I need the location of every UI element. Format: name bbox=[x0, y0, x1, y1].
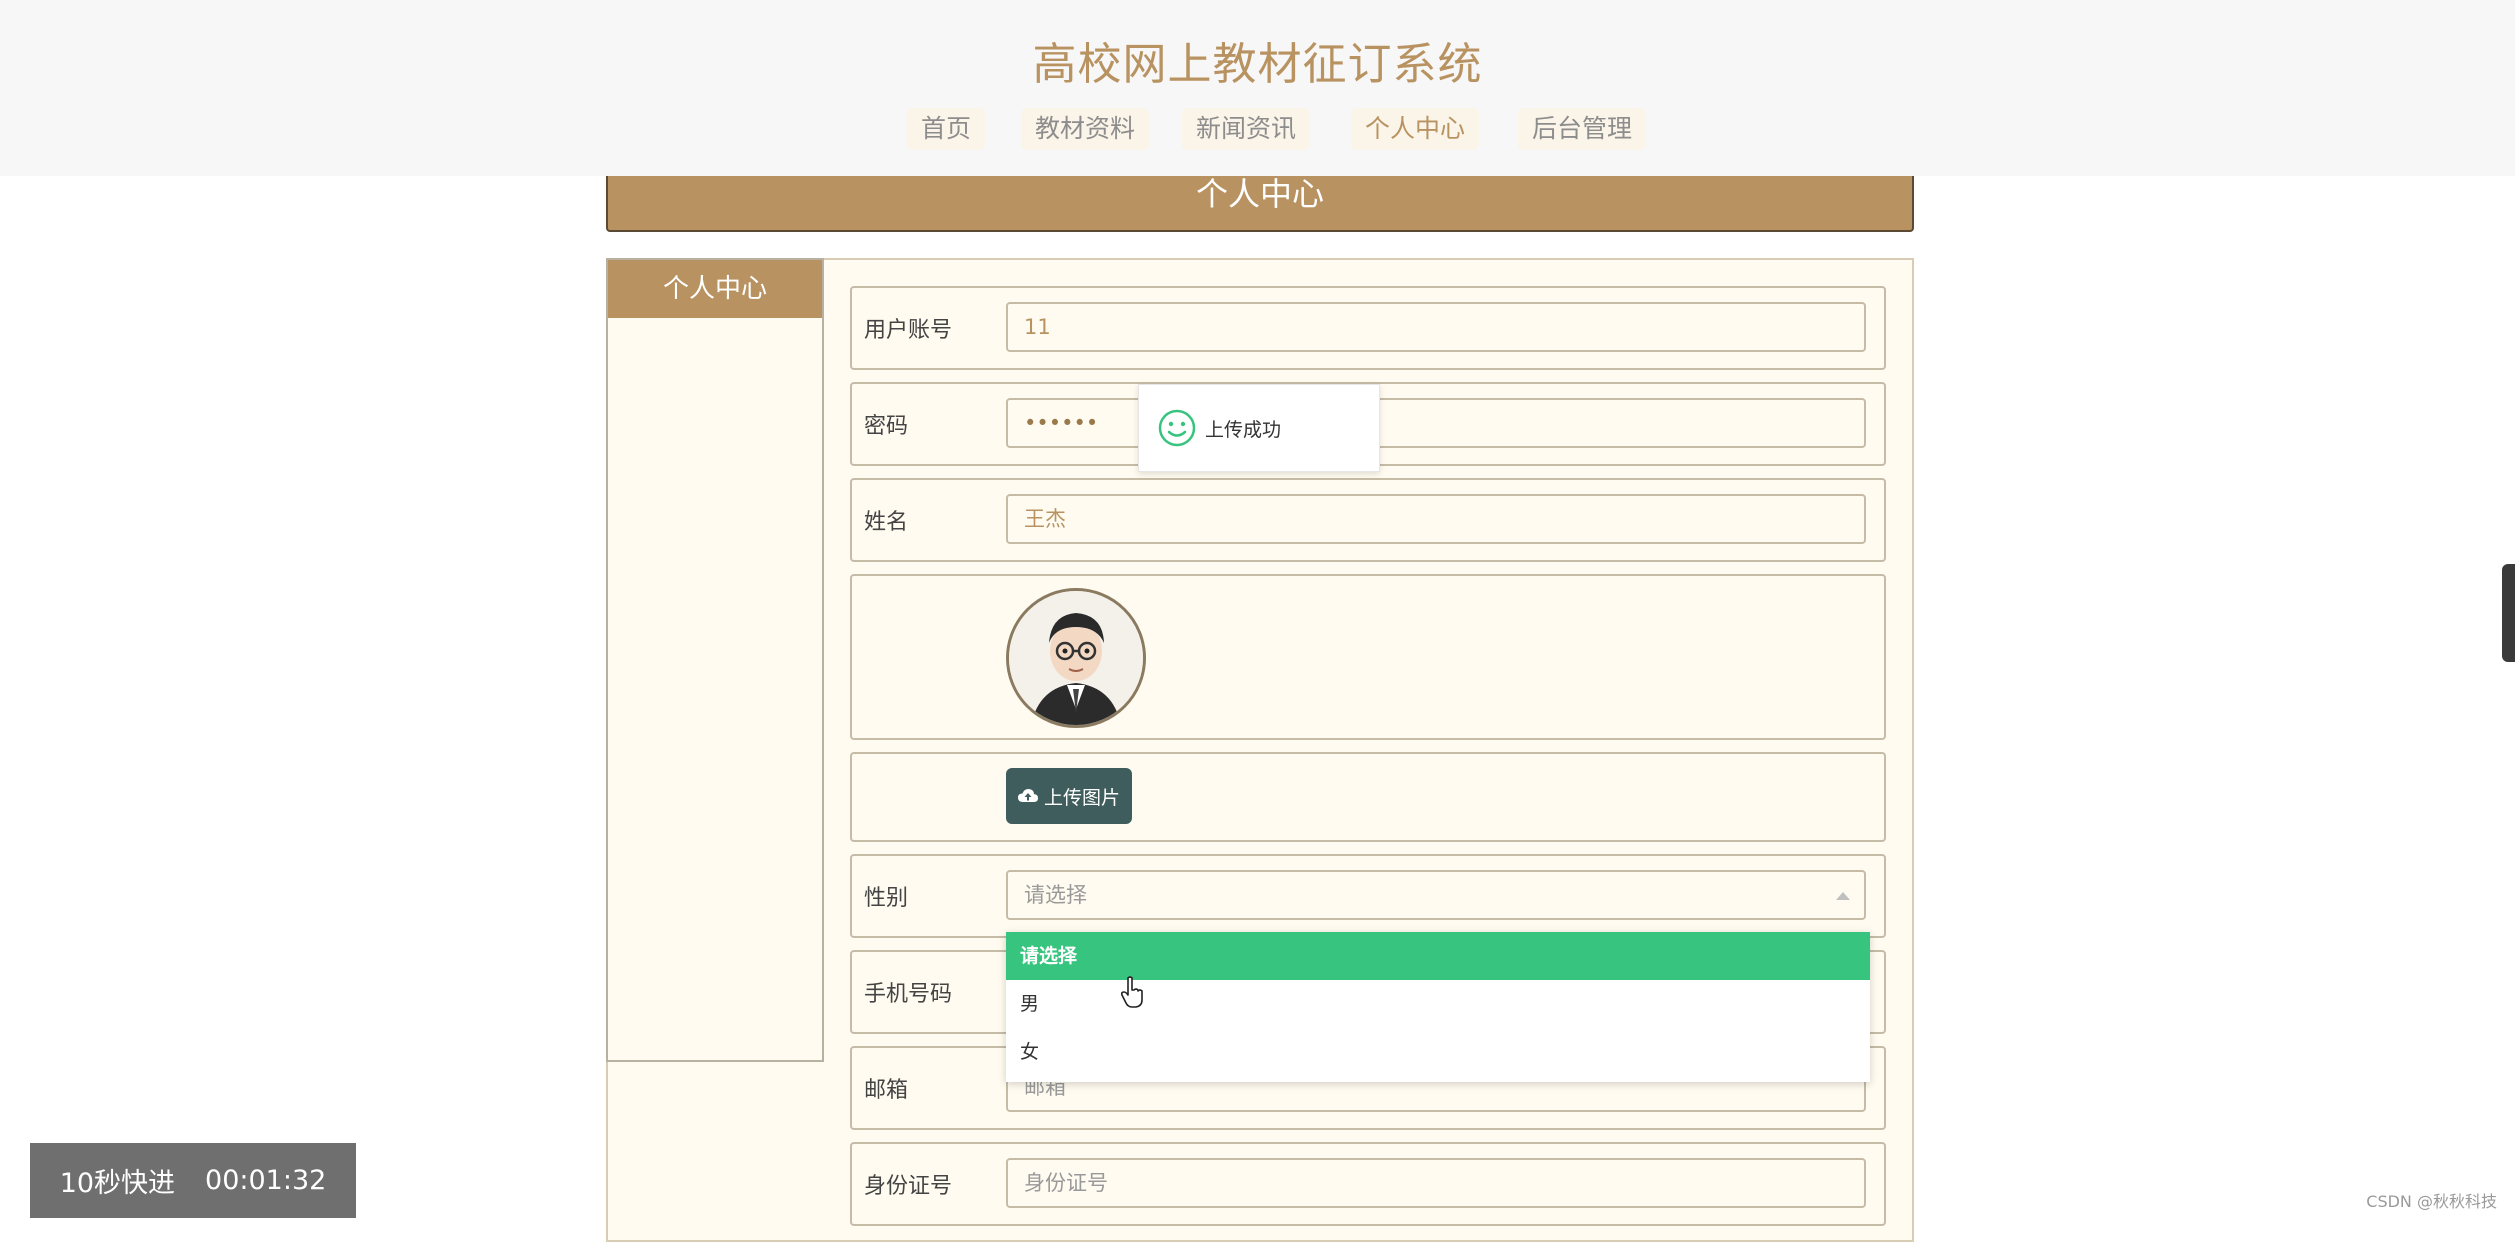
name-input[interactable]: 王杰 bbox=[1006, 494, 1866, 544]
main-nav: 首页 教材资料 新闻资讯 个人中心 后台管理 bbox=[0, 108, 2515, 152]
page-banner: 个人中心 bbox=[606, 170, 1914, 232]
sidebar-item-profile[interactable]: 个人中心 bbox=[608, 260, 822, 318]
hand-cursor-icon bbox=[1120, 976, 1143, 1008]
nav-item-admin[interactable]: 后台管理 bbox=[1518, 108, 1647, 150]
toast-message: 上传成功 bbox=[1205, 418, 1282, 441]
gender-select[interactable]: 请选择 bbox=[1006, 870, 1866, 920]
idcard-label: 身份证号 bbox=[864, 1174, 953, 1199]
username-label: 用户账号 bbox=[864, 318, 953, 343]
upload-row: 上传图片 bbox=[850, 752, 1886, 842]
name-row: 姓名 王杰 bbox=[850, 478, 1886, 562]
gender-row: 性别 请选择 bbox=[850, 854, 1886, 938]
idcard-input[interactable]: 身份证号 bbox=[1006, 1158, 1866, 1208]
gender-option-female[interactable]: 女 bbox=[1006, 1028, 1870, 1076]
chevron-up-icon bbox=[1836, 892, 1850, 900]
gender-select-value: 请选择 bbox=[1024, 883, 1087, 907]
idcard-row: 身份证号 身份证号 bbox=[850, 1142, 1886, 1226]
avatar-row bbox=[850, 574, 1886, 740]
gender-label: 性别 bbox=[864, 886, 909, 911]
nav-item-profile[interactable]: 个人中心 bbox=[1351, 108, 1480, 150]
page-title: 个人中心 bbox=[1195, 175, 1324, 213]
site-title: 高校网上教材征订系统 bbox=[1032, 39, 1483, 90]
password-input[interactable]: •••••• bbox=[1006, 398, 1866, 448]
playback-time: 00:01:32 bbox=[205, 1165, 327, 1196]
username-row: 用户账号 11 bbox=[850, 286, 1886, 370]
username-input[interactable]: 11 bbox=[1006, 302, 1866, 352]
nav-item-home[interactable]: 首页 bbox=[907, 108, 986, 150]
skip-forward-button[interactable]: 10秒快进 bbox=[60, 1161, 175, 1200]
site-header: 高校网上教材征订系统 首页 教材资料 新闻资讯 个人中心 后台管理 bbox=[0, 0, 2515, 176]
sidebar: 个人中心 bbox=[606, 258, 824, 1062]
side-handle[interactable] bbox=[2502, 564, 2515, 662]
nav-item-textbooks[interactable]: 教材资料 bbox=[1021, 108, 1150, 150]
watermark: CSDN @秋秋科技 bbox=[2366, 1192, 2497, 1211]
avatar-illustration bbox=[1009, 591, 1143, 725]
gender-option-placeholder[interactable]: 请选择 bbox=[1006, 932, 1870, 980]
upload-image-label: 上传图片 bbox=[1043, 786, 1120, 809]
upload-success-toast: 上传成功 bbox=[1138, 384, 1380, 472]
email-label: 邮箱 bbox=[864, 1078, 909, 1103]
name-label: 姓名 bbox=[864, 510, 909, 535]
password-label: 密码 bbox=[864, 414, 909, 439]
upload-image-button[interactable]: 上传图片 bbox=[1006, 768, 1132, 824]
avatar bbox=[1006, 588, 1146, 728]
video-controls: 10秒快进 00:01:32 bbox=[30, 1143, 356, 1218]
smile-icon bbox=[1158, 409, 1196, 447]
phone-label: 手机号码 bbox=[864, 982, 953, 1007]
cloud-upload-icon bbox=[1017, 789, 1038, 802]
nav-item-news[interactable]: 新闻资讯 bbox=[1182, 108, 1311, 150]
